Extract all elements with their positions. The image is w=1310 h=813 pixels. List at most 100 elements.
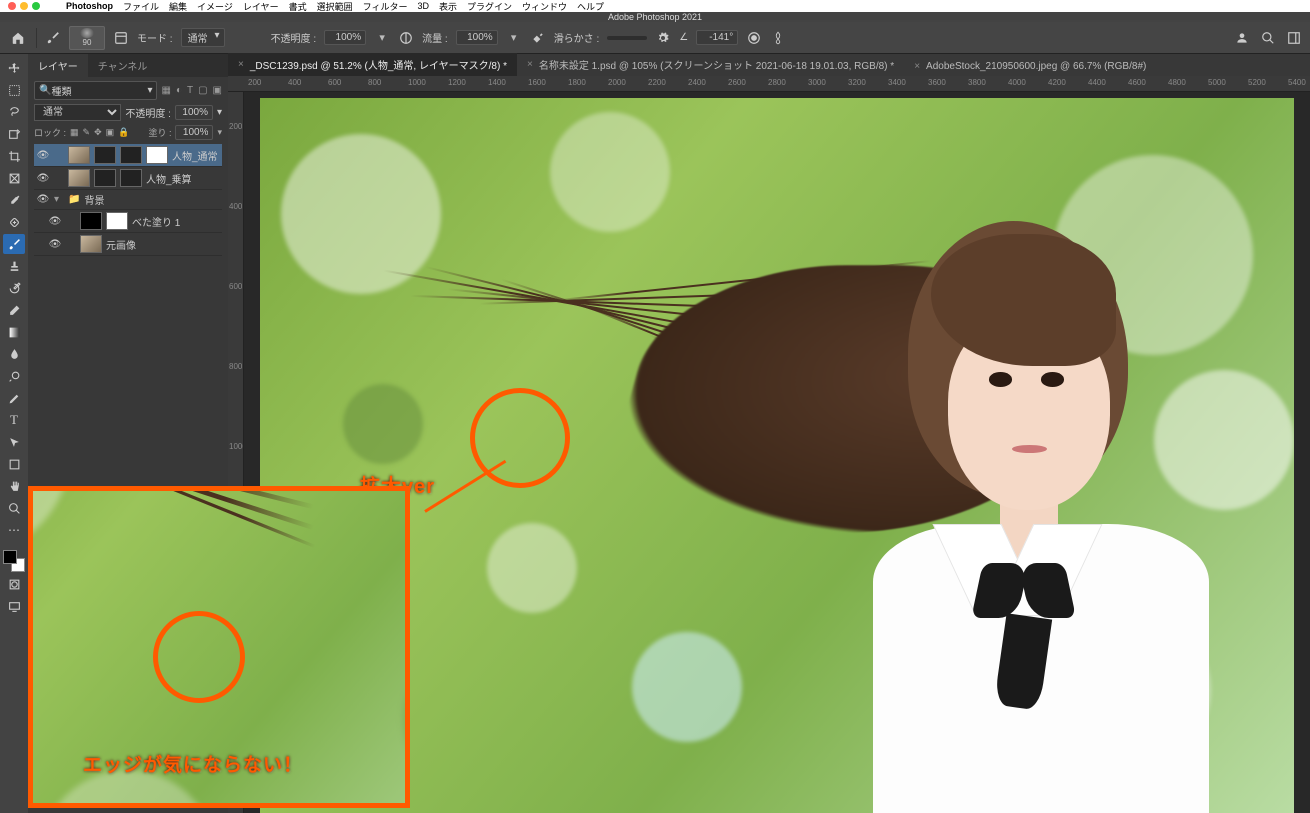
lock-position-icon[interactable]: ✥	[94, 127, 102, 138]
menu-help[interactable]: ヘルプ	[577, 0, 604, 13]
blur-tool[interactable]	[3, 344, 25, 364]
menu-view[interactable]: 表示	[439, 0, 457, 13]
quickmask-toggle[interactable]	[3, 574, 25, 594]
smoothing-slider[interactable]	[607, 36, 647, 40]
lasso-tool[interactable]	[3, 102, 25, 122]
document-tab[interactable]: ×名称未設定 1.psd @ 105% (スクリーンショット 2021-06-1…	[517, 53, 904, 76]
fill-input[interactable]	[175, 125, 213, 140]
menu-select[interactable]: 選択範囲	[317, 0, 353, 13]
eyedropper-tool[interactable]	[3, 190, 25, 210]
dodge-tool[interactable]	[3, 366, 25, 386]
visibility-icon[interactable]: 👁	[36, 194, 50, 205]
marquee-tool[interactable]	[3, 80, 25, 100]
layer-blend-select[interactable]: 通常	[34, 104, 121, 121]
menu-filter[interactable]: フィルター	[363, 0, 408, 13]
smoothing-gear-icon[interactable]	[655, 30, 671, 46]
brush-preset-picker[interactable]: 90	[69, 26, 105, 50]
eraser-tool[interactable]	[3, 300, 25, 320]
airbrush-icon[interactable]	[530, 30, 546, 46]
layer-filter-type[interactable]: 🔍 種類 ▾	[34, 81, 157, 100]
screenmode-toggle[interactable]	[3, 596, 25, 616]
edit-toolbar[interactable]: ⋯	[3, 520, 25, 540]
zoom-tool[interactable]	[3, 498, 25, 518]
visibility-icon[interactable]: 👁	[36, 150, 50, 161]
opacity-dropdown-icon[interactable]: ▾	[374, 30, 390, 46]
stamp-tool[interactable]	[3, 256, 25, 276]
layer-row[interactable]: 👁 べた塗り 1	[34, 210, 222, 233]
tab-channels[interactable]: チャンネル	[88, 54, 158, 77]
layer-row[interactable]: 👁▾ 📁 背景	[34, 190, 222, 210]
pressure-opacity-icon[interactable]	[398, 30, 414, 46]
visibility-icon[interactable]: 👁	[48, 239, 62, 250]
history-brush-tool[interactable]	[3, 278, 25, 298]
close-icon[interactable]: ×	[238, 59, 244, 70]
lock-label: ロック :	[34, 126, 66, 139]
fill-label: 塗り :	[148, 126, 171, 139]
brush-panel-toggle-icon[interactable]	[113, 30, 129, 46]
visibility-icon[interactable]: 👁	[48, 216, 62, 227]
visibility-icon[interactable]: 👁	[36, 173, 50, 184]
pressure-size-icon[interactable]	[746, 30, 762, 46]
filter-adjust-icon: ◐	[176, 85, 182, 96]
lock-pixels-icon[interactable]: ▦	[70, 127, 79, 138]
workspace-icon[interactable]	[1286, 30, 1302, 46]
pen-tool[interactable]	[3, 388, 25, 408]
opacity-input[interactable]	[324, 30, 366, 45]
lock-brush-icon[interactable]: ✎	[83, 127, 91, 138]
color-swatches[interactable]	[3, 550, 25, 572]
app-name[interactable]: Photoshop	[66, 1, 113, 11]
tools-panel: T ⋯	[0, 54, 28, 813]
layer-filter-icons[interactable]: ▦◐T▢▣	[161, 85, 222, 96]
home-button[interactable]	[8, 28, 28, 48]
folder-icon: 📁	[68, 194, 80, 205]
layer-row[interactable]: 👁 人物_通常	[34, 144, 222, 167]
document-tab[interactable]: ×_DSC1239.psd @ 51.2% (人物_通常, レイヤーマスク/8)…	[228, 53, 517, 76]
layer-row[interactable]: 👁 人物_乗算	[34, 167, 222, 190]
path-tool[interactable]	[3, 432, 25, 452]
menu-type[interactable]: 書式	[289, 0, 307, 13]
gradient-tool[interactable]	[3, 322, 25, 342]
close-icon[interactable]: ×	[914, 61, 920, 72]
hand-tool[interactable]	[3, 476, 25, 496]
symmetry-icon[interactable]	[770, 30, 786, 46]
menu-layer[interactable]: レイヤー	[243, 0, 279, 13]
canvas[interactable]: 拡大ver	[260, 98, 1294, 813]
folder-caret-icon[interactable]: ▾	[54, 194, 64, 205]
menu-3d[interactable]: 3D	[417, 1, 429, 11]
cloud-docs-icon[interactable]	[1234, 30, 1250, 46]
menu-file[interactable]: ファイル	[123, 0, 159, 13]
menu-window[interactable]: ウィンドウ	[522, 0, 567, 13]
frame-tool[interactable]	[3, 168, 25, 188]
flow-label: 流量 :	[422, 30, 448, 45]
menu-image[interactable]: イメージ	[197, 0, 233, 13]
smoothing-label: 滑らかさ :	[554, 30, 600, 45]
ruler-horizontal: 2004006008001000120014001600180020002200…	[228, 76, 1310, 92]
canvas-image	[260, 98, 1294, 813]
window-traffic-lights[interactable]	[8, 2, 40, 10]
selection-tool[interactable]	[3, 124, 25, 144]
healing-tool[interactable]	[3, 212, 25, 232]
tab-layers[interactable]: レイヤー	[28, 54, 88, 77]
filter-type-icon: T	[187, 85, 193, 96]
close-icon[interactable]: ×	[527, 59, 533, 70]
document-tabs: ×_DSC1239.psd @ 51.2% (人物_通常, レイヤーマスク/8)…	[228, 54, 1310, 76]
lock-all-icon[interactable]: 🔒	[118, 127, 129, 138]
document-tab[interactable]: ×AdobeStock_210950600.jpeg @ 66.7% (RGB/…	[904, 57, 1156, 76]
brush-tool-icon[interactable]	[45, 30, 61, 46]
shape-tool[interactable]	[3, 454, 25, 474]
brush-tool[interactable]	[3, 234, 25, 254]
angle-label: ∠	[679, 32, 688, 43]
layer-opacity-input[interactable]	[175, 105, 213, 120]
menu-plugin[interactable]: プラグイン	[467, 0, 512, 13]
blend-mode-select[interactable]: 通常 ▾	[181, 28, 225, 47]
move-tool[interactable]	[3, 58, 25, 78]
menu-edit[interactable]: 編集	[169, 0, 187, 13]
search-icon[interactable]	[1260, 30, 1276, 46]
crop-tool[interactable]	[3, 146, 25, 166]
lock-artboard-icon[interactable]: ▣	[106, 127, 115, 138]
type-tool[interactable]: T	[3, 410, 25, 430]
flow-dropdown-icon[interactable]: ▾	[506, 30, 522, 46]
flow-input[interactable]	[456, 30, 498, 45]
angle-input[interactable]	[696, 30, 738, 45]
layer-row[interactable]: 👁 元画像	[34, 233, 222, 256]
